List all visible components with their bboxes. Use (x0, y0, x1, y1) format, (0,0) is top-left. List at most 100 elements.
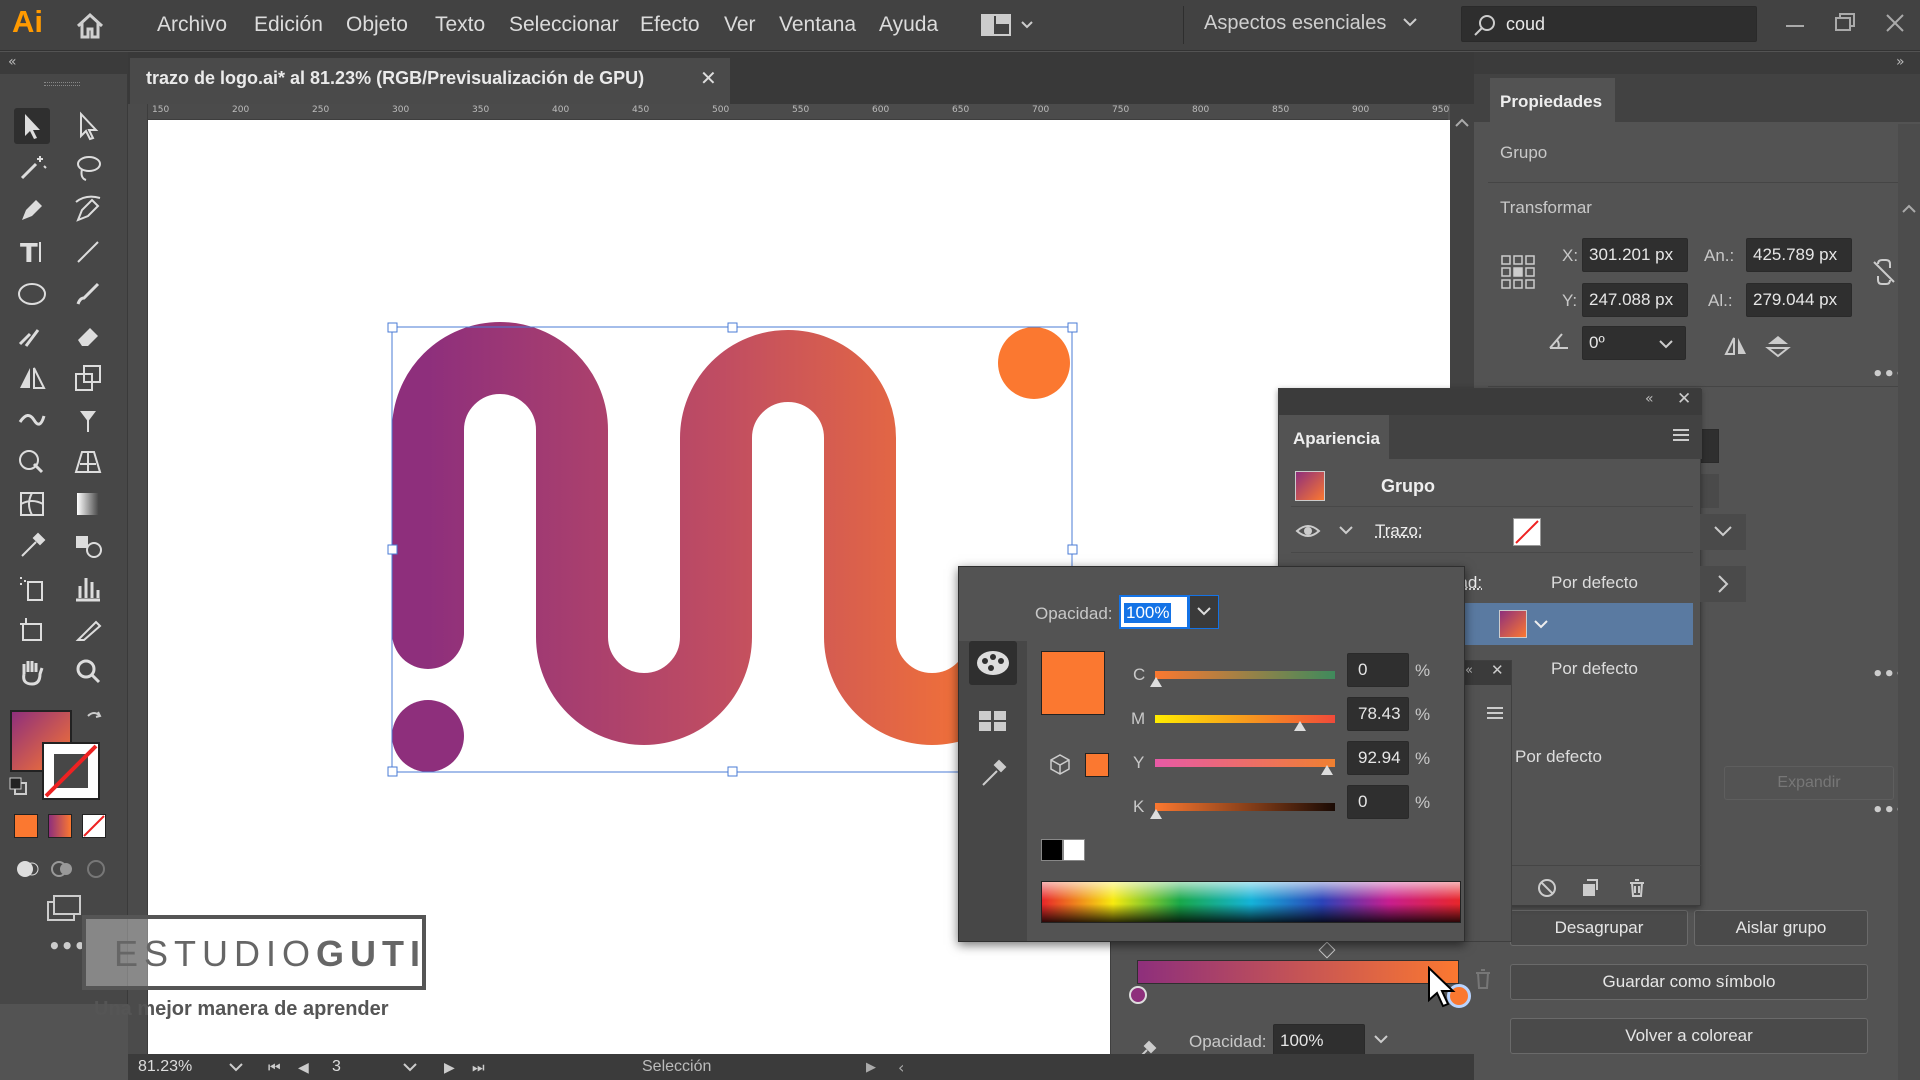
artboard-number[interactable]: 3 (332, 1058, 341, 1076)
eyedropper-tab-icon[interactable] (977, 755, 1009, 789)
eraser-tool-icon[interactable] (70, 318, 106, 354)
gamut-swatch[interactable] (1085, 753, 1109, 777)
collapse-toolbar-icon[interactable]: « (8, 54, 17, 70)
scroll-left-icon[interactable]: ‹ (898, 1058, 904, 1077)
artboard-tool-icon[interactable] (14, 612, 50, 648)
appearance-tab[interactable]: Apariencia (1279, 415, 1389, 459)
yellow-slider-thumb[interactable] (1321, 765, 1333, 775)
scale-tool-icon[interactable] (70, 360, 106, 396)
swap-fill-stroke-icon[interactable] (84, 708, 104, 728)
fill-gradient-swatch[interactable] (1499, 610, 1527, 638)
curvature-tool-icon[interactable] (70, 192, 106, 228)
home-icon[interactable] (72, 8, 108, 44)
chevron-down-icon[interactable] (1533, 617, 1549, 633)
appearance-group-row[interactable]: Grupo (1291, 467, 1693, 507)
magenta-slider-thumb[interactable] (1294, 721, 1306, 731)
line-tool-icon[interactable] (70, 234, 106, 270)
out-of-gamut-icon[interactable] (1049, 753, 1071, 775)
x-field[interactable]: 301.201 px (1582, 238, 1688, 272)
pen-tool-icon[interactable] (14, 192, 50, 228)
status-menu-icon[interactable]: ▶ (866, 1060, 876, 1075)
mesh-tool-icon[interactable] (14, 486, 50, 522)
swatches-tab-icon[interactable] (975, 707, 1011, 735)
more-tools-icon[interactable]: ••• (48, 934, 86, 958)
magenta-field[interactable]: 78.43 (1347, 697, 1409, 731)
first-artboard-icon[interactable]: ⏮ (268, 1060, 281, 1076)
ungroup-button[interactable]: Desagrupar (1510, 910, 1688, 946)
stroke-swatch[interactable] (42, 742, 100, 800)
direct-selection-tool-icon[interactable] (70, 108, 106, 144)
y-field[interactable]: 247.088 px (1582, 283, 1688, 317)
expand-panels-icon[interactable]: » (1896, 54, 1905, 70)
clear-appearance-icon[interactable] (1537, 878, 1557, 898)
shape-builder-tool-icon[interactable] (14, 444, 50, 480)
height-field[interactable]: 279.044 px (1746, 283, 1852, 317)
arrange-documents-icon[interactable] (980, 12, 1035, 40)
flip-vertical-icon[interactable] (1764, 334, 1792, 358)
color-spectrum[interactable] (1041, 881, 1461, 923)
eyedropper-tool-icon[interactable] (14, 528, 50, 564)
puppet-warp-tool-icon[interactable] (70, 402, 106, 438)
yellow-slider[interactable] (1155, 759, 1335, 767)
trash-icon[interactable] (1627, 878, 1647, 898)
duplicate-item-icon[interactable] (1579, 878, 1599, 898)
gradient-stop-start[interactable] (1129, 986, 1147, 1004)
logo-dot-right[interactable] (998, 327, 1070, 399)
symbol-sprayer-tool-icon[interactable] (14, 570, 50, 606)
ellipse-tool-icon[interactable] (14, 276, 50, 312)
document-tab[interactable]: trazo de logo.ai* al 81.23% (RGB/Previsu… (130, 58, 730, 104)
properties-tab[interactable]: Propiedades (1490, 78, 1615, 122)
gradient-panel-header[interactable]: « ✕ (1463, 661, 1511, 685)
close-tab-icon[interactable]: ✕ (700, 66, 717, 91)
opacity-dropdown[interactable] (1189, 595, 1219, 629)
black-field[interactable]: 0 (1347, 785, 1409, 819)
close-window-icon[interactable] (1880, 8, 1910, 38)
menu-efecto[interactable]: Efecto (640, 13, 700, 37)
wave-stroke[interactable] (392, 322, 1064, 745)
eye-icon[interactable] (1295, 521, 1321, 541)
screen-mode-icon[interactable] (46, 892, 82, 922)
gradient-mode-icon[interactable] (48, 814, 72, 838)
draw-behind-icon[interactable] (48, 858, 76, 880)
expand-button[interactable]: Expandir (1724, 766, 1894, 800)
chevron-down-icon[interactable] (1402, 14, 1418, 30)
default-fill-stroke-icon[interactable] (8, 776, 28, 796)
opacity-expand-arrow[interactable] (1700, 566, 1746, 602)
none-mode-icon[interactable] (82, 814, 106, 838)
magenta-slider[interactable] (1155, 715, 1335, 723)
paintbrush-tool-icon[interactable] (70, 276, 106, 312)
close-panel-icon[interactable]: ✕ (1677, 389, 1691, 409)
menu-ayuda[interactable]: Ayuda (879, 13, 938, 37)
appearance-panel-header[interactable]: « ✕ (1279, 389, 1702, 415)
stroke-dropdown-arrow[interactable] (1700, 514, 1746, 550)
white-swatch[interactable] (1063, 839, 1085, 861)
hand-tool-icon[interactable] (14, 654, 50, 690)
gradient-opacity-field[interactable]: 100% (1273, 1024, 1365, 1058)
flip-horizontal-icon[interactable] (1722, 334, 1750, 358)
selection-tool-icon[interactable] (14, 108, 50, 144)
menu-texto[interactable]: Texto (435, 13, 485, 37)
black-slider-thumb[interactable] (1150, 809, 1162, 819)
current-color-swatch[interactable] (1041, 651, 1105, 715)
width-field[interactable]: 425.789 px (1746, 238, 1852, 272)
gradient-tool-icon[interactable] (70, 486, 106, 522)
black-slider[interactable] (1155, 803, 1335, 811)
column-graph-tool-icon[interactable] (70, 570, 106, 606)
blend-tool-icon[interactable] (70, 528, 106, 564)
chevron-down-icon[interactable] (1337, 521, 1355, 539)
color-mode-icon[interactable] (14, 814, 38, 838)
warp-tool-icon[interactable] (14, 402, 50, 438)
constrain-proportions-icon[interactable] (1870, 258, 1898, 286)
slice-tool-icon[interactable] (70, 612, 106, 648)
black-swatch[interactable] (1041, 839, 1063, 861)
menu-ver[interactable]: Ver (724, 13, 756, 37)
reference-point-icon[interactable] (1500, 254, 1536, 290)
save-as-symbol-button[interactable]: Guardar como símbolo (1510, 964, 1868, 1000)
menu-edicion[interactable]: Edición (254, 13, 323, 37)
chevron-down-icon[interactable] (402, 1060, 418, 1076)
close-panel-icon[interactable]: ✕ (1491, 661, 1504, 679)
previous-artboard-icon[interactable]: ◀ (298, 1060, 309, 1076)
recolor-button[interactable]: Volver a colorear (1510, 1018, 1868, 1054)
stroke-label[interactable]: Trazo: (1375, 521, 1423, 541)
perspective-grid-tool-icon[interactable] (70, 444, 106, 480)
